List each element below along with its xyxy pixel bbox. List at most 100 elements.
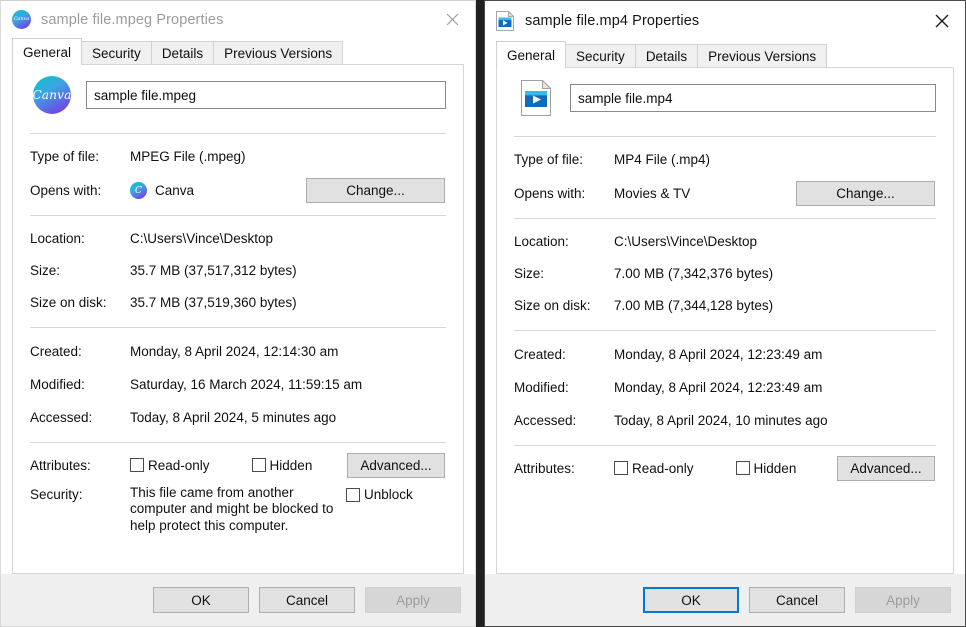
close-icon[interactable] <box>919 1 965 41</box>
label-type-of-file: Type of file: <box>514 152 614 167</box>
row-size-on-disk: Size on disk: 35.7 MB (37,519,360 bytes) <box>30 289 446 315</box>
value-size: 35.7 MB (37,517,312 bytes) <box>130 263 297 278</box>
checkbox-label: Read-only <box>148 458 210 473</box>
label-attributes: Attributes: <box>514 461 614 476</box>
close-icon[interactable] <box>429 1 475 37</box>
value-created: Monday, 8 April 2024, 12:14:30 am <box>130 344 338 359</box>
checkbox-box <box>346 488 360 502</box>
row-size: Size: 7.00 MB (7,342,376 bytes) <box>514 260 936 286</box>
video-file-icon <box>514 80 558 116</box>
checkbox-label: Hidden <box>754 461 797 476</box>
value-size: 7.00 MB (7,342,376 bytes) <box>614 266 773 281</box>
row-type-of-file: Type of file: MP4 File (.mp4) <box>514 146 936 172</box>
titlebar-mp4[interactable]: sample file.mp4 Properties <box>485 1 965 41</box>
checkbox-hidden[interactable]: Hidden <box>736 461 797 476</box>
value-size-on-disk: 7.00 MB (7,344,128 bytes) <box>614 298 773 313</box>
desktop-background: Canva sample file.mpeg Properties Genera… <box>0 0 966 627</box>
label-location: Location: <box>514 234 614 249</box>
video-file-icon <box>496 11 516 31</box>
row-security: Security: This file came from another co… <box>30 485 446 534</box>
checkbox-box <box>130 458 144 472</box>
change-button[interactable]: Change... <box>306 178 445 203</box>
ok-button[interactable]: OK <box>153 587 249 613</box>
label-size-on-disk: Size on disk: <box>514 298 614 313</box>
row-opens-with: Opens with: C Canva Change... <box>30 176 446 205</box>
checkbox-label: Hidden <box>270 458 313 473</box>
checkbox-label: Read-only <box>632 461 694 476</box>
canva-file-icon: Canva <box>30 76 74 114</box>
row-size: Size: 35.7 MB (37,517,312 bytes) <box>30 257 446 283</box>
label-size-on-disk: Size on disk: <box>30 295 130 310</box>
checkbox-read-only[interactable]: Read-only <box>614 461 694 476</box>
row-modified: Modified: Monday, 8 April 2024, 12:23:49… <box>514 374 936 400</box>
file-location-section: Location: C:\Users\Vince\Desktop Size: 7… <box>514 228 936 318</box>
tabstrip-mpeg: General Security Details Previous Versio… <box>1 38 475 64</box>
apply-button: Apply <box>365 587 461 613</box>
file-location-section: Location: C:\Users\Vince\Desktop Size: 3… <box>30 225 446 315</box>
file-type-section: Type of file: MPEG File (.mpeg) Opens wi… <box>30 143 446 205</box>
value-location: C:\Users\Vince\Desktop <box>130 231 273 246</box>
value-opens-with: Movies & TV <box>614 186 690 201</box>
advanced-button[interactable]: Advanced... <box>347 453 445 478</box>
checkbox-read-only[interactable]: Read-only <box>130 458 210 473</box>
label-opens-with: Opens with: <box>514 186 614 201</box>
general-tab-page-mp4: sample file.mp4 Type of file: MP4 File (… <box>496 67 954 574</box>
label-attributes: Attributes: <box>30 458 130 473</box>
cancel-button[interactable]: Cancel <box>259 587 355 613</box>
row-created: Created: Monday, 8 April 2024, 12:23:49 … <box>514 341 936 367</box>
file-type-section: Type of file: MP4 File (.mp4) Opens with… <box>514 146 936 208</box>
row-accessed: Accessed: Today, 8 April 2024, 5 minutes… <box>30 404 446 430</box>
row-created: Created: Monday, 8 April 2024, 12:14:30 … <box>30 338 446 364</box>
properties-window-mpeg: Canva sample file.mpeg Properties Genera… <box>0 0 476 627</box>
tab-general[interactable]: General <box>496 41 566 68</box>
tab-previous-versions[interactable]: Previous Versions <box>213 41 343 64</box>
checkbox-box <box>252 458 266 472</box>
footer-mpeg: OK Cancel Apply <box>1 574 475 626</box>
label-type-of-file: Type of file: <box>30 149 130 164</box>
security-message: This file came from another computer and… <box>130 485 340 534</box>
tab-general[interactable]: General <box>12 38 82 65</box>
advanced-button[interactable]: Advanced... <box>837 456 935 481</box>
row-accessed: Accessed: Today, 8 April 2024, 10 minute… <box>514 407 936 433</box>
tab-details[interactable]: Details <box>635 44 698 67</box>
file-header: sample file.mp4 <box>514 68 936 124</box>
row-location: Location: C:\Users\Vince\Desktop <box>514 228 936 254</box>
change-button[interactable]: Change... <box>796 181 935 206</box>
checkbox-box <box>614 461 628 475</box>
value-type-of-file: MPEG File (.mpeg) <box>130 149 246 164</box>
ok-button[interactable]: OK <box>643 587 739 613</box>
label-size: Size: <box>514 266 614 281</box>
tab-security[interactable]: Security <box>565 44 636 67</box>
filename-input[interactable]: sample file.mp4 <box>570 84 936 112</box>
canva-icon: Canva <box>12 10 32 30</box>
cancel-button[interactable]: Cancel <box>749 587 845 613</box>
row-type-of-file: Type of file: MPEG File (.mpeg) <box>30 143 446 169</box>
footer-mp4: OK Cancel Apply <box>485 574 965 626</box>
label-accessed: Accessed: <box>30 410 130 425</box>
value-modified: Saturday, 16 March 2024, 11:59:15 am <box>130 377 362 392</box>
file-header: Canva sample file.mpeg <box>30 65 446 121</box>
label-created: Created: <box>30 344 130 359</box>
label-created: Created: <box>514 347 614 362</box>
tab-previous-versions[interactable]: Previous Versions <box>697 44 827 67</box>
label-location: Location: <box>30 231 130 246</box>
row-location: Location: C:\Users\Vince\Desktop <box>30 225 446 251</box>
value-type-of-file: MP4 File (.mp4) <box>614 152 710 167</box>
properties-window-mp4: sample file.mp4 Properties General Secur… <box>484 0 966 627</box>
label-opens-with: Opens with: <box>30 183 130 198</box>
checkbox-hidden[interactable]: Hidden <box>252 458 313 473</box>
checkbox-label: Unblock <box>364 487 413 502</box>
tab-security[interactable]: Security <box>81 41 152 64</box>
apply-button: Apply <box>855 587 951 613</box>
tab-details[interactable]: Details <box>151 41 214 64</box>
row-size-on-disk: Size on disk: 7.00 MB (7,344,128 bytes) <box>514 292 936 318</box>
general-tab-page-mpeg: Canva sample file.mpeg Type of file: MPE… <box>12 64 464 574</box>
value-modified: Monday, 8 April 2024, 12:23:49 am <box>614 380 822 395</box>
row-attributes: Attributes: Read-only Hidden Advanced... <box>514 454 936 482</box>
label-security: Security: <box>30 485 130 502</box>
label-size: Size: <box>30 263 130 278</box>
row-modified: Modified: Saturday, 16 March 2024, 11:59… <box>30 371 446 397</box>
filename-input[interactable]: sample file.mpeg <box>86 81 446 109</box>
checkbox-unblock[interactable]: Unblock <box>346 485 413 502</box>
titlebar-mpeg[interactable]: Canva sample file.mpeg Properties <box>1 1 475 38</box>
